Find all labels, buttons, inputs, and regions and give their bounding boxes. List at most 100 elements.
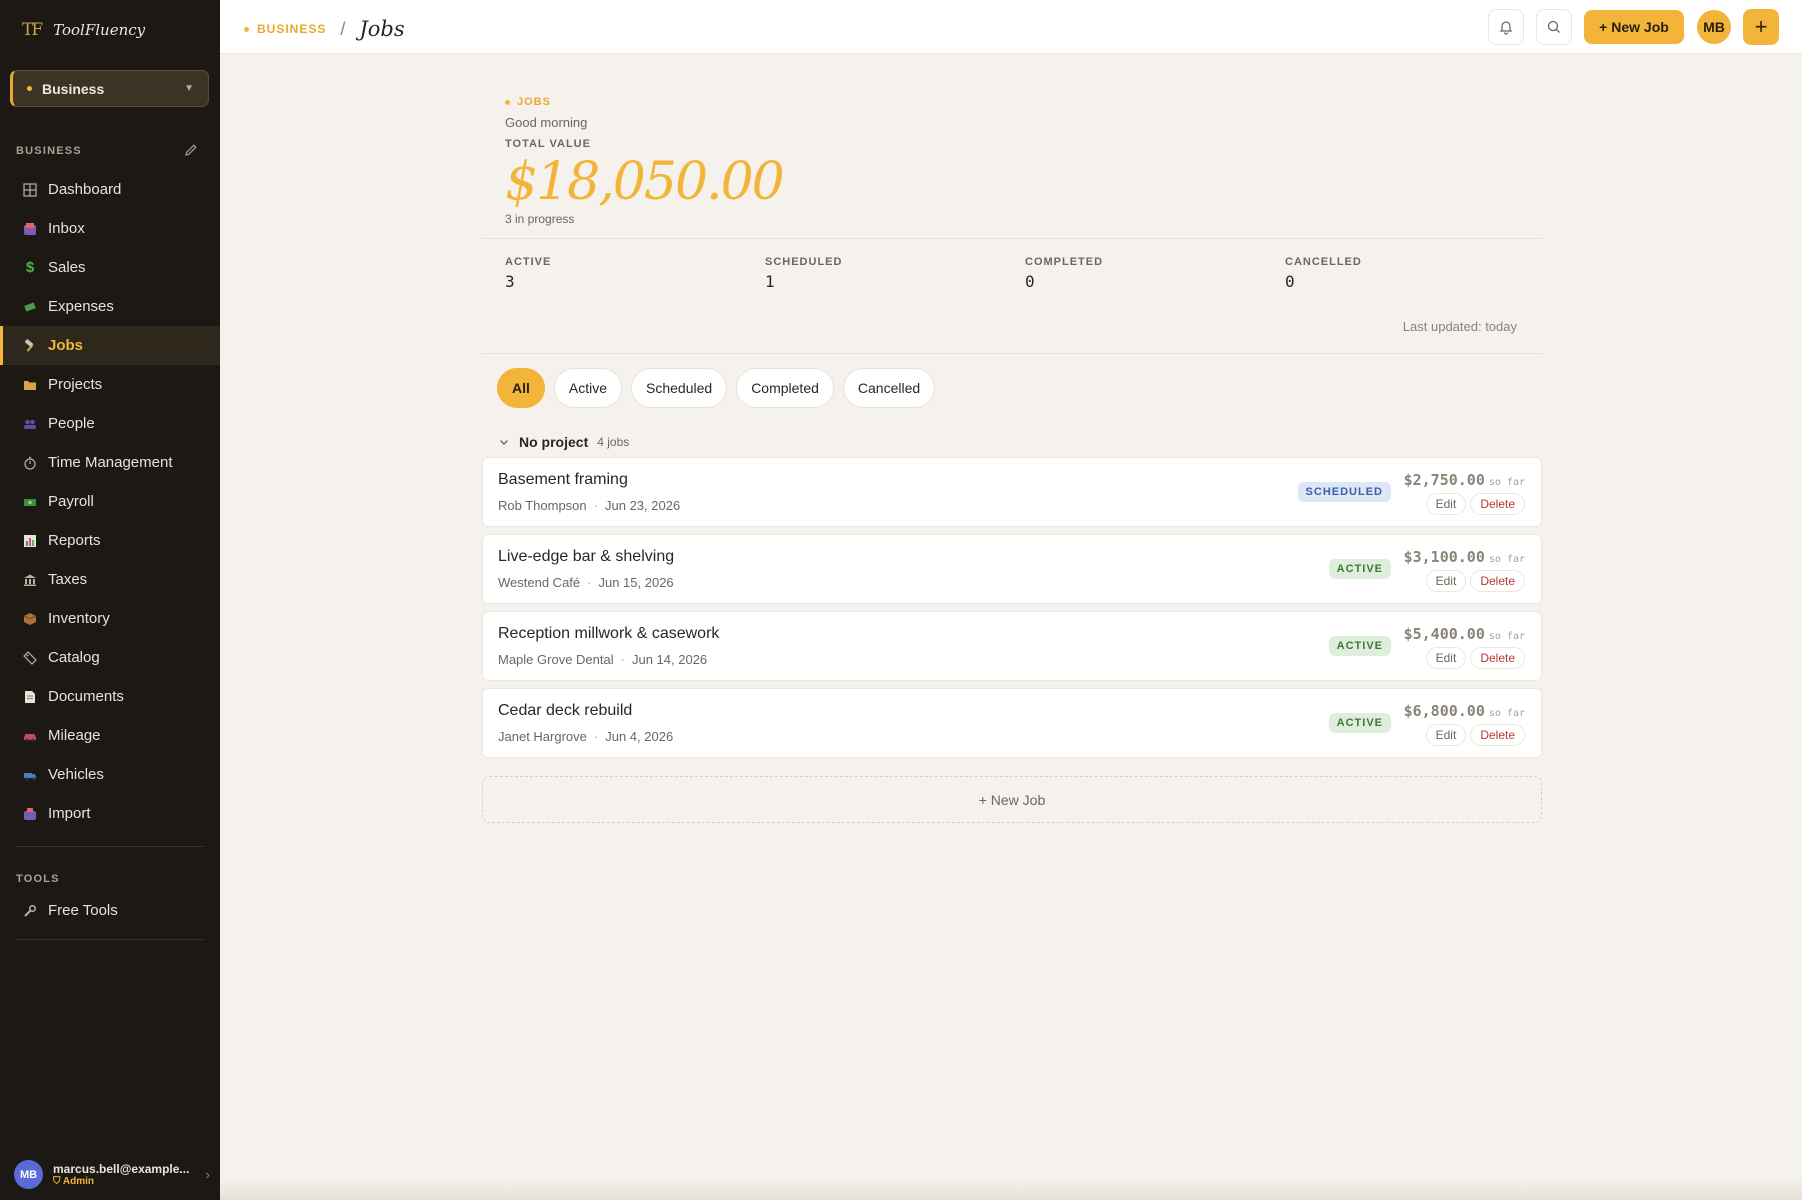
sidebar-item-label: Projects [48,376,103,393]
add-job-button[interactable]: + New Job [482,776,1542,823]
sidebar-item-documents[interactable]: Documents [0,677,220,716]
sidebar-item-label: Jobs [48,337,84,354]
new-job-button[interactable]: + New Job [1584,10,1684,44]
people-icon [22,416,38,432]
page-title: Jobs [359,17,405,41]
avatar[interactable]: MB [1697,10,1731,44]
grid-icon [22,182,38,198]
sidebar-item-taxes[interactable]: Taxes [0,560,220,599]
user-role: ⛉ Admin [53,1176,196,1187]
sidebar-item-projects[interactable]: Projects [0,365,220,404]
sidebar-item-label: Catalog [48,649,100,666]
wrench-icon [22,903,38,919]
sidebar-item-payroll[interactable]: Payroll [0,482,220,521]
job-date: Jun 4, 2026 [605,729,674,744]
job-actions: Edit Delete [1425,570,1525,592]
sidebar-item-inbox[interactable]: Inbox [0,209,220,248]
sidebar-item-jobs[interactable]: Jobs [0,326,220,365]
filter-scheduled[interactable]: Scheduled [631,368,728,408]
filter-cancelled[interactable]: Cancelled [842,368,936,408]
job-row[interactable]: Reception millwork & casework Maple Grov… [482,611,1542,681]
job-row[interactable]: Cedar deck rebuild Janet Hargrove · Jun 4,… [482,688,1542,758]
import-icon [22,806,38,822]
business-select[interactable]: Business ▼ [10,70,209,107]
filter-all[interactable]: All [497,368,545,408]
delete-button[interactable]: Delete [1470,570,1525,592]
sidebar-item-people[interactable]: People [0,404,220,443]
job-client: Janet Hargrove [498,729,587,744]
job-title: Cedar deck rebuild [498,702,633,719]
sidebar-item-catalog[interactable]: Catalog [0,638,220,677]
job-date: Jun 14, 2026 [631,652,708,667]
breadcrumb-section[interactable]: BUSINESS [257,22,326,36]
filter-active[interactable]: Active [553,368,623,408]
delete-button[interactable]: Delete [1470,647,1525,669]
business-dot-icon [27,86,32,91]
job-row[interactable]: Basement framing Rob Thompson · Jun 23, 20… [482,457,1542,527]
filter-completed[interactable]: Completed [736,368,834,408]
stat-active: ACTIVE 3 [505,256,765,291]
car-icon [22,728,38,744]
chevron-right-icon: › [205,1167,210,1182]
user-info: marcus.bell@example... ⛉ Admin [53,1162,196,1187]
pencil-icon[interactable] [184,143,198,157]
sidebar-item-reports[interactable]: Reports [0,521,220,560]
job-title: Live-edge bar & shelving [498,548,675,565]
job-actions: Edit Delete [1425,647,1525,669]
bank-icon [22,572,38,588]
job-meta: Maple Grove Dental · Jun 14, 2026 [498,652,707,667]
chevron-down-icon [500,440,508,445]
job-amount-suffix: so far [1488,708,1525,719]
job-amount-value: $3,100.00 [1403,548,1485,566]
stat-label: SCHEDULED [765,256,843,268]
sidebar-item-time-management[interactable]: Time Management [0,443,220,482]
group-toggle[interactable]: No project 4 jobs [498,434,629,450]
sidebar-item-label: Vehicles [48,766,104,783]
user-email: marcus.bell@example... [53,1162,190,1176]
kicker-dot-icon [505,99,510,105]
user-menu[interactable]: MB marcus.bell@example... ⛉ Admin › [14,1160,210,1189]
stat-completed: COMPLETED 0 [1025,256,1285,291]
edit-button[interactable]: Edit [1425,493,1467,515]
user-role-label: Admin [62,1176,95,1187]
sidebar-item-vehicles[interactable]: Vehicles [0,755,220,794]
job-actions: Edit Delete [1425,724,1525,746]
delete-button[interactable]: Delete [1470,724,1525,746]
divider [482,353,1542,354]
sidebar-item-expenses[interactable]: Expenses [0,287,220,326]
job-client: Rob Thompson [498,498,587,513]
sidebar-item-free-tools[interactable]: Free Tools [0,891,220,930]
job-actions: Edit Delete [1425,493,1525,515]
sidebar-item-sales[interactable]: $ Sales [0,248,220,287]
brand[interactable]: TF ToolFluency [22,20,145,40]
sidebar-item-inventory[interactable]: Inventory [0,599,220,638]
sidebar-item-label: Inventory [48,610,110,627]
cash-icon [22,494,38,510]
sidebar-item-mileage[interactable]: Mileage [0,716,220,755]
truck-icon [22,767,38,783]
edit-button[interactable]: Edit [1425,724,1467,746]
avatar: MB [14,1160,43,1189]
job-date: Jun 23, 2026 [605,498,681,513]
notifications-button[interactable] [1488,9,1524,45]
delete-button[interactable]: Delete [1470,493,1525,515]
search-button[interactable] [1536,9,1572,45]
group-name: No project [519,434,589,450]
edit-button[interactable]: Edit [1425,647,1467,669]
document-icon [22,689,38,705]
edit-button[interactable]: Edit [1425,570,1467,592]
sidebar-item-label: Sales [48,259,86,276]
sidebar-item-import[interactable]: Import [0,794,220,833]
group-count: 4 jobs [597,435,630,449]
bottom-fade [220,1178,1802,1200]
last-updated: Last updated: today [1402,319,1517,334]
quick-add-button[interactable]: + [1743,9,1779,45]
sidebar-item-label: Mileage [48,727,101,744]
breadcrumb-separator: / [340,18,346,39]
sidebar-divider [16,939,204,940]
job-row[interactable]: Live-edge bar & shelving Westend Café · Ju… [482,534,1542,604]
hero-kicker: JOBS [505,96,783,108]
sidebar-item-dashboard[interactable]: Dashboard [0,170,220,209]
sidebar-item-label: Documents [48,688,124,705]
hero-kicker-label: JOBS [517,96,551,108]
